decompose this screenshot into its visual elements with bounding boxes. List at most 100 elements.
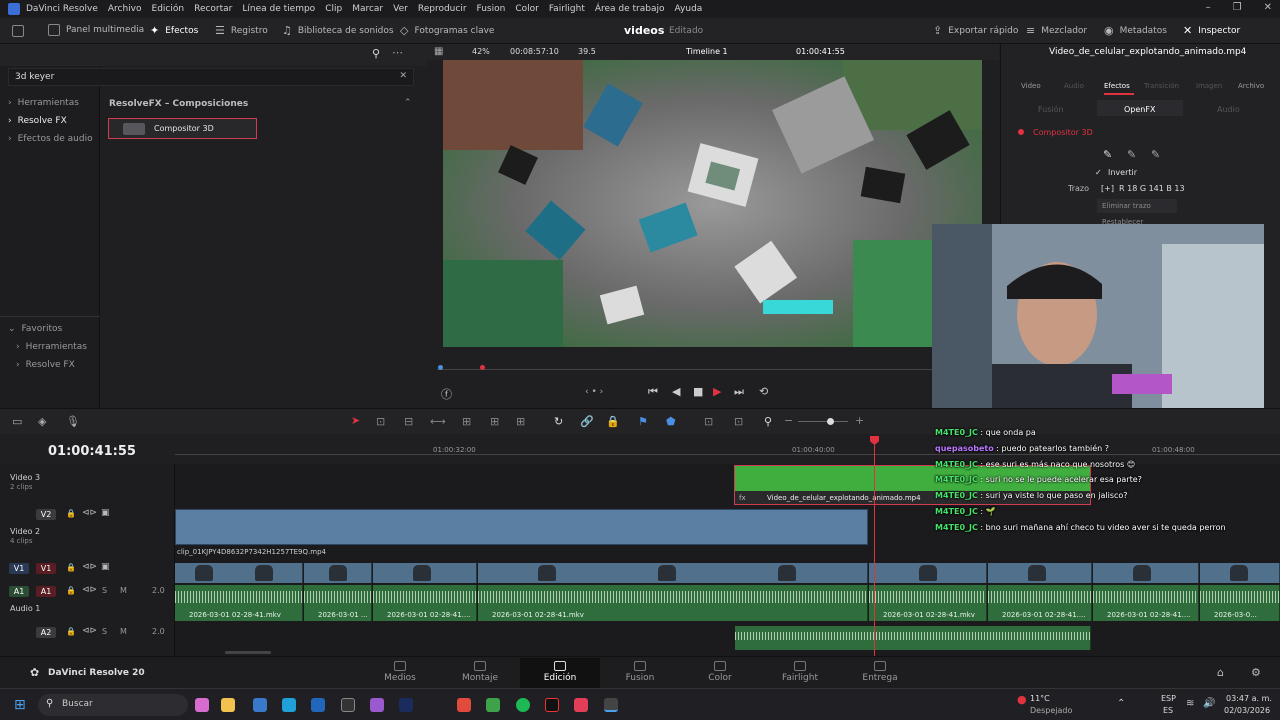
chrome-icon[interactable] xyxy=(457,698,471,712)
marker-icon[interactable]: ⬟ xyxy=(666,415,676,428)
in-point-marker[interactable] xyxy=(438,365,443,370)
zoom-detail-icon[interactable]: ⊡ xyxy=(734,415,743,428)
page-tab-montaje[interactable]: Montaje xyxy=(450,661,510,683)
source-v1-badge[interactable]: V1 xyxy=(9,563,29,574)
taskbar-search[interactable]: ⚲ Buscar xyxy=(38,694,188,716)
zoom-out-icon[interactable]: − xyxy=(784,414,793,427)
stop-icon[interactable]: ■ xyxy=(693,385,703,398)
track-v2-badge[interactable]: V2 xyxy=(36,509,56,520)
auto-select-icon[interactable]: ⊲⊳ xyxy=(82,585,97,595)
jog-icon[interactable]: ‹ • › xyxy=(585,387,603,397)
a1-clip[interactable]: 2026-03-0... xyxy=(1200,585,1280,621)
lock-icon[interactable]: 🔒 xyxy=(66,586,76,595)
loop-icon[interactable]: ⟲ xyxy=(759,385,768,398)
fav-herramientas[interactable]: › Herramientas xyxy=(16,342,87,352)
page-tab-entrega[interactable]: Entrega xyxy=(850,661,910,683)
zoom-in-icon[interactable]: + xyxy=(855,414,864,427)
maximize-icon[interactable]: ❐ xyxy=(1233,2,1242,13)
clear-search-icon[interactable]: ✕ xyxy=(399,71,407,81)
metadata-button[interactable]: ◉ Metadatos xyxy=(1104,24,1167,37)
menu-fairlight[interactable]: Fairlight xyxy=(549,4,585,14)
play-reverse-icon[interactable]: ◀ xyxy=(672,385,680,398)
menu-reproducir[interactable]: Reproducir xyxy=(418,4,467,14)
tab-efectos[interactable]: Efectos xyxy=(1104,82,1130,90)
more-options-icon[interactable]: ⋯ xyxy=(392,46,403,59)
a1-clip[interactable]: 2026-03-01 02-28-41.mkv xyxy=(175,585,303,621)
track-a2-badge[interactable]: A2 xyxy=(36,627,56,638)
menu-marcar[interactable]: Marcar xyxy=(352,4,383,14)
tab-transicion[interactable]: Transición xyxy=(1144,82,1179,90)
menu-edicion[interactable]: Edición xyxy=(152,4,185,14)
file-explorer-icon[interactable] xyxy=(221,698,235,712)
home-icon[interactable]: ⌂ xyxy=(1217,666,1224,679)
spotify-icon[interactable] xyxy=(516,698,530,712)
lock-icon[interactable]: 🔒 xyxy=(66,563,76,572)
effect-enable-dot[interactable] xyxy=(1018,129,1024,135)
insert-clip-icon[interactable]: ⊞ xyxy=(462,415,471,428)
page-tab-fusion[interactable]: Fusion xyxy=(610,661,670,683)
a1-clip[interactable]: 2026-03-01 02-28-41.mkv xyxy=(869,585,987,621)
menu-archivo[interactable]: Archivo xyxy=(108,4,142,14)
v1-clip[interactable] xyxy=(869,563,987,583)
solo-button[interactable]: S xyxy=(102,627,107,636)
zoom-search-icon[interactable]: ⚲ xyxy=(764,415,772,428)
auto-select-icon[interactable]: ⊲⊳ xyxy=(82,508,97,518)
tab-video[interactable]: Video xyxy=(1021,82,1041,90)
minimize-icon[interactable]: – xyxy=(1206,2,1211,13)
search-icon[interactable]: ⚲ xyxy=(372,47,380,60)
linked-selection-icon[interactable]: 🔗 xyxy=(580,415,594,428)
effects-button[interactable]: ✦ Efectos xyxy=(150,24,198,37)
menu-area-trabajo[interactable]: Área de trabajo xyxy=(595,4,665,14)
wifi-icon[interactable]: ≋ xyxy=(1186,698,1194,709)
minecraft-icon[interactable] xyxy=(486,698,500,712)
auto-select-icon[interactable]: ⊲⊳ xyxy=(82,626,97,636)
scrub-playhead[interactable] xyxy=(480,365,485,370)
tiktok-icon[interactable] xyxy=(545,698,559,712)
fx-icon[interactable]: ⓕ xyxy=(441,386,452,402)
settings-icon[interactable]: ⚙ xyxy=(1251,666,1261,679)
audio-meter-icon[interactable]: 🎙 xyxy=(66,415,80,428)
subtab-openfx[interactable]: OpenFX xyxy=(1124,105,1155,114)
windows-start-icon[interactable]: ⊞ xyxy=(14,697,26,713)
invert-checkbox[interactable]: ✓ xyxy=(1095,168,1102,177)
zoom-slider-handle[interactable] xyxy=(827,418,834,425)
store-icon[interactable] xyxy=(253,698,267,712)
region[interactable]: ES xyxy=(1163,706,1173,715)
trim-tool-icon[interactable]: ⊡ xyxy=(376,415,385,428)
keyframes-button[interactable]: ◇ Fotogramas clave xyxy=(400,24,494,37)
favorites-header[interactable]: ⌄ Favoritos xyxy=(8,324,62,334)
dynamic-trim-icon[interactable]: ⊟ xyxy=(404,415,413,428)
lock-icon[interactable]: 🔒 xyxy=(66,509,76,518)
language[interactable]: ESP xyxy=(1161,694,1176,703)
auto-select-icon[interactable]: ⊲⊳ xyxy=(82,562,97,572)
menu-fusion[interactable]: Fusion xyxy=(477,4,506,14)
zoom-full-icon[interactable]: ⊡ xyxy=(704,415,713,428)
inspector-button[interactable]: ✕ Inspector xyxy=(1183,24,1240,37)
volume-icon[interactable]: 🔊 xyxy=(1203,698,1215,709)
track-visibility-icon[interactable]: ▣ xyxy=(101,508,110,518)
clock-date[interactable]: 02/03/2026 xyxy=(1224,706,1270,715)
v1-clip[interactable] xyxy=(175,563,303,583)
v1-clip[interactable] xyxy=(373,563,477,583)
mail-icon[interactable] xyxy=(311,698,325,712)
clock-time[interactable]: 03:47 a. m. xyxy=(1226,694,1272,703)
effects-search-input[interactable]: 3d keyer ✕ xyxy=(8,68,414,86)
timeline-playhead[interactable] xyxy=(874,436,875,656)
v1-clip[interactable] xyxy=(1200,563,1280,583)
solo-button[interactable]: S xyxy=(102,586,107,595)
edge-icon[interactable] xyxy=(282,698,296,712)
track-a1-badge[interactable]: A1 xyxy=(36,586,56,597)
panel-toggle-icon[interactable] xyxy=(12,25,24,37)
track-visibility-icon[interactable]: ▣ xyxy=(101,562,110,572)
mute-button[interactable]: M xyxy=(120,627,127,636)
menu-ver[interactable]: Ver xyxy=(393,4,408,14)
viewer-frame[interactable] xyxy=(443,60,982,347)
page-tab-fairlight[interactable]: Fairlight xyxy=(770,661,830,683)
v1-clip[interactable] xyxy=(304,563,372,583)
menu-clip[interactable]: Clip xyxy=(325,4,342,14)
v1-clip[interactable] xyxy=(1093,563,1199,583)
track-v1-badge[interactable]: V1 xyxy=(36,563,56,574)
text-tool-icon[interactable] xyxy=(574,698,588,712)
viewer-layout-icon[interactable]: ▦ xyxy=(434,46,443,57)
lock-icon[interactable]: 🔒 xyxy=(606,415,620,428)
